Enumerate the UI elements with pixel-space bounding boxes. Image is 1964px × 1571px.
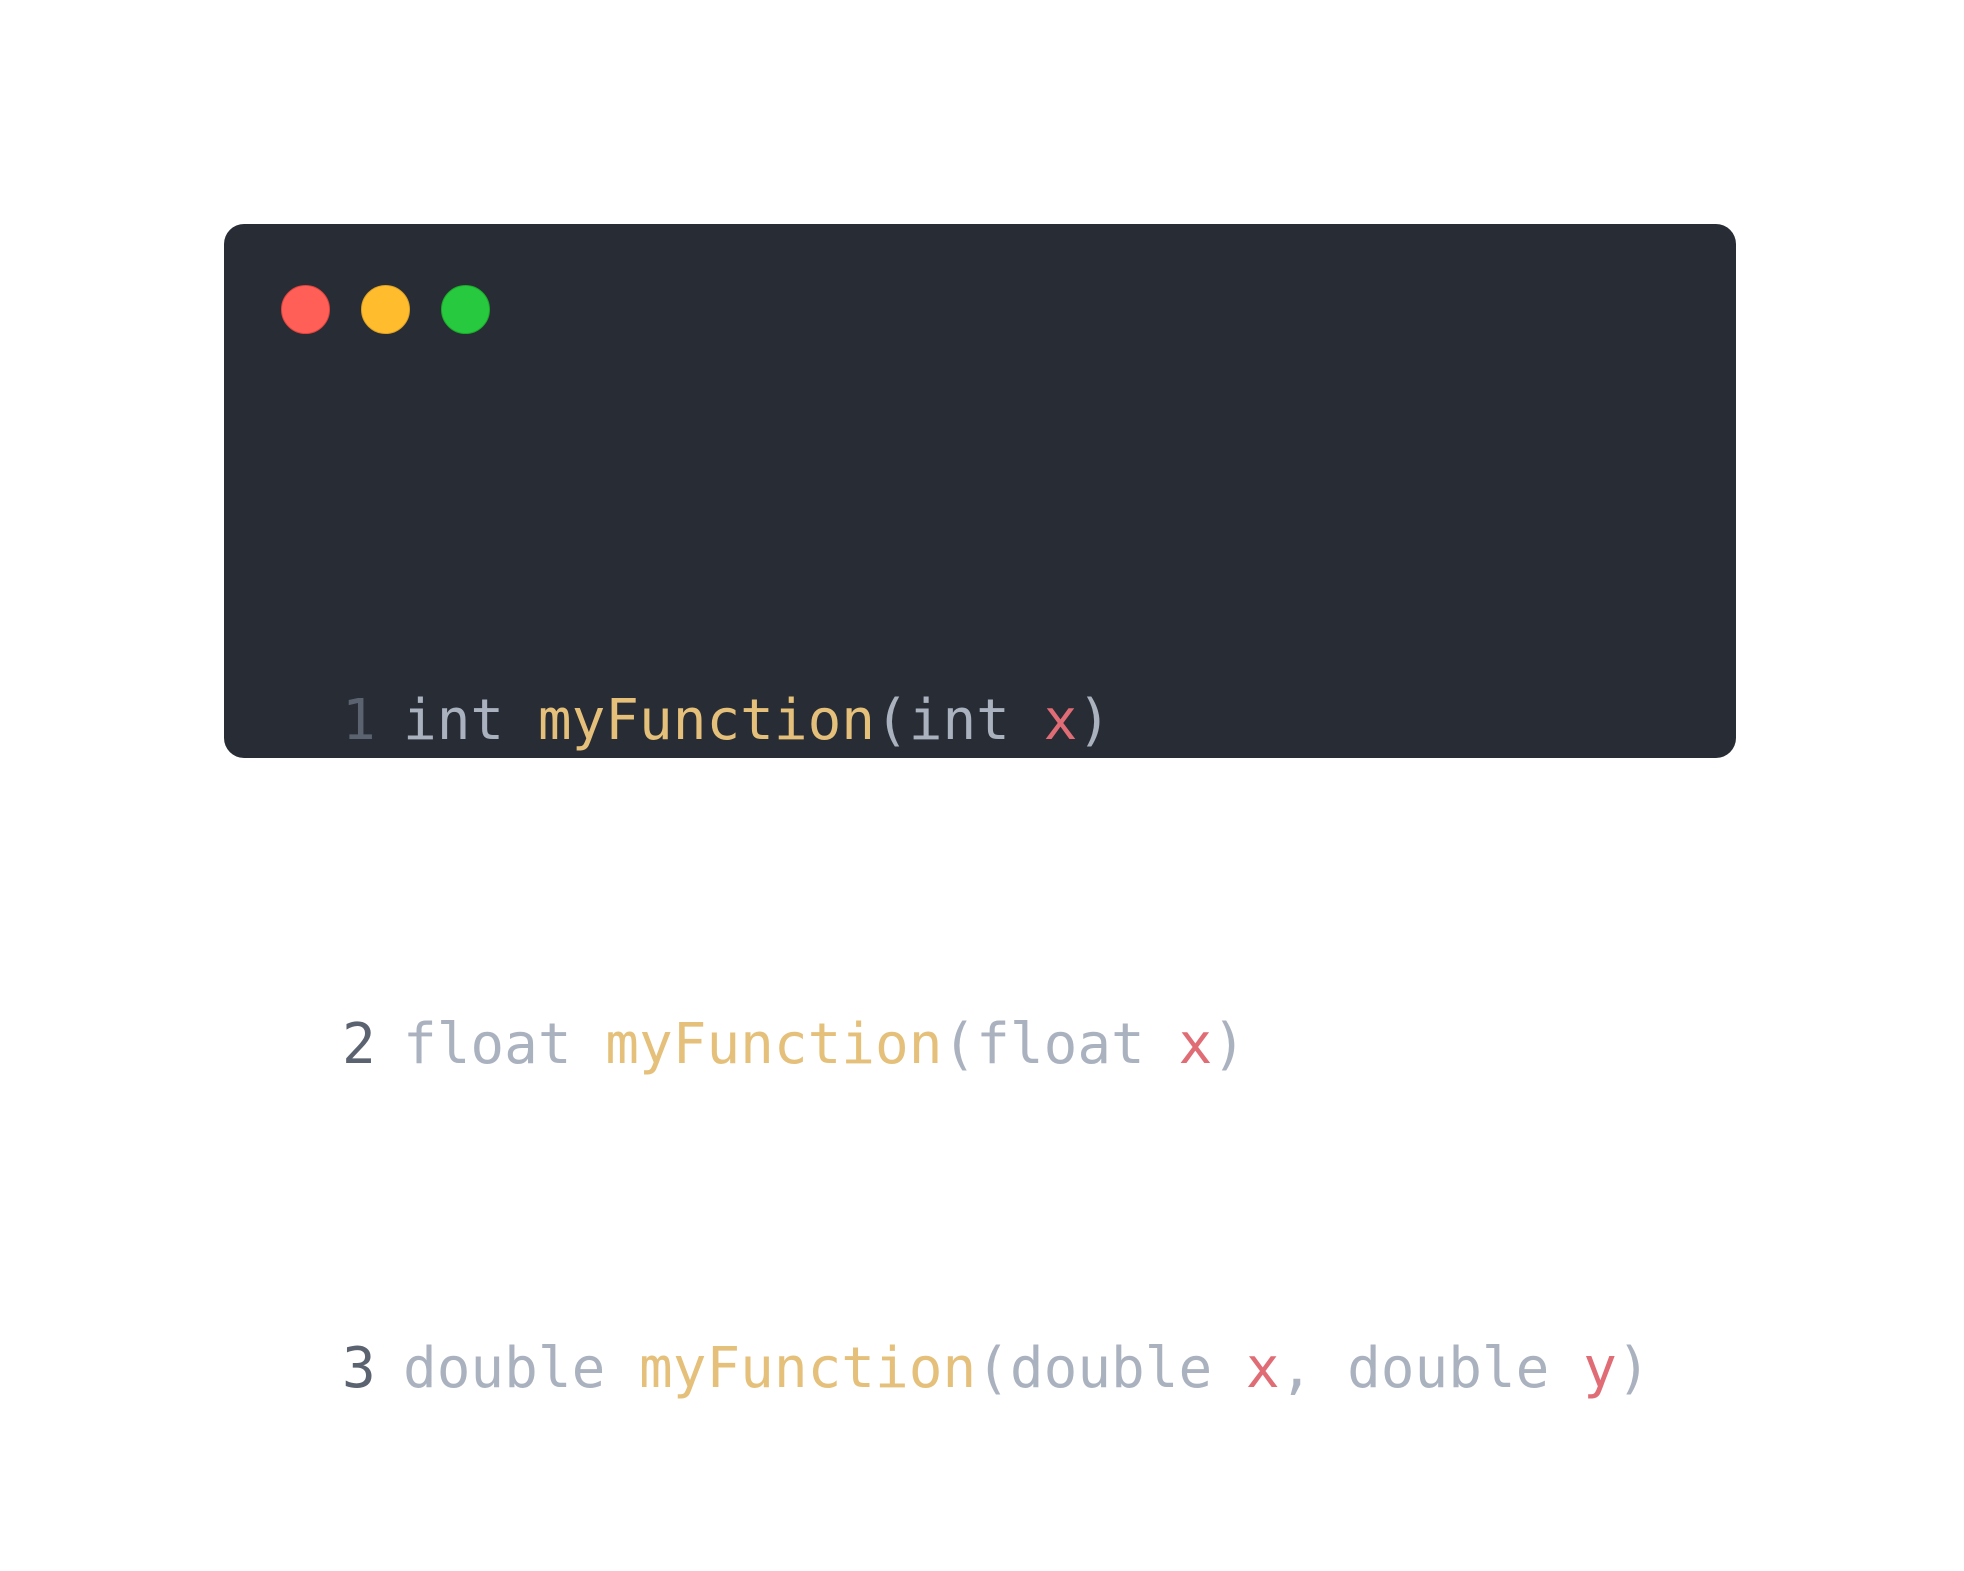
code-token: ) (1077, 688, 1112, 753)
code-token: ) (1616, 1336, 1651, 1401)
code-token: myFunction (605, 1012, 943, 1077)
code-token: ( (976, 1336, 1010, 1401)
window-controls (281, 285, 490, 334)
code-token: ( (942, 1012, 977, 1077)
code-token: double (1009, 1336, 1213, 1401)
code-token: x (1178, 1012, 1213, 1077)
code-token: double (403, 1336, 606, 1401)
close-window-dot-icon[interactable] (281, 285, 330, 334)
code-token: myFunction (537, 688, 876, 753)
code-line-1: 1 int myFunction ( int x ) (342, 680, 1651, 761)
line-number: 2 (342, 1012, 376, 1077)
code-token: x (1043, 688, 1078, 753)
code-window: 1 int myFunction ( int x ) 2 float myFun… (224, 224, 1736, 1401)
maximize-window-dot-icon[interactable] (441, 285, 490, 334)
code-token: y (1583, 1336, 1617, 1401)
code-token: double (1347, 1336, 1550, 1401)
code-token: myFunction (639, 1336, 977, 1401)
code-token: int (908, 688, 1010, 753)
code-token: int (403, 688, 505, 753)
code-token: float (403, 1012, 572, 1077)
code-line-2: 2 float myFunction ( float x ) (342, 1004, 1651, 1085)
code-block: 1 int myFunction ( int x ) 2 float myFun… (342, 437, 1651, 1571)
code-token: float (976, 1012, 1145, 1077)
minimize-window-dot-icon[interactable] (361, 285, 410, 334)
code-token: x (1245, 1336, 1280, 1401)
code-line-3: 3 double myFunction ( double x , double … (342, 1328, 1651, 1409)
line-number: 3 (342, 1336, 376, 1401)
code-token: ( (875, 688, 909, 753)
code-token: ) (1212, 1012, 1246, 1077)
line-number: 1 (342, 688, 376, 753)
code-token: , (1279, 1336, 1348, 1401)
